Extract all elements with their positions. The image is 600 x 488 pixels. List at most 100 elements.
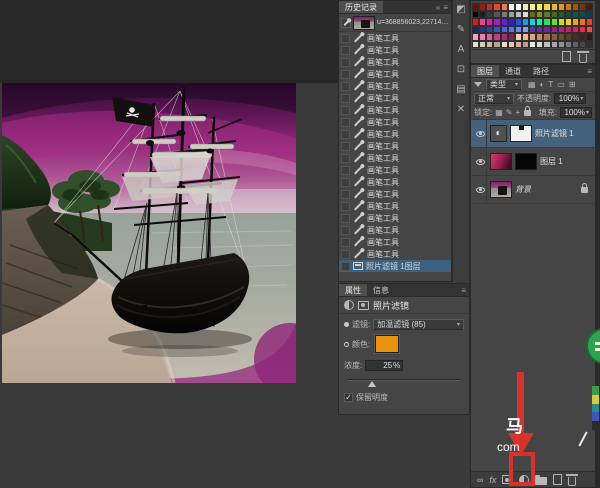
color-swatch[interactable] [558,41,565,49]
layer-filter-dropdown[interactable]: 类型▾ [486,79,522,90]
history-entry-brush[interactable]: 画笔工具 [339,140,451,152]
color-swatch[interactable] [522,33,529,41]
color-swatch[interactable] [508,3,515,11]
color-swatch[interactable] [572,11,579,19]
color-swatch[interactable] [486,11,493,19]
color-swatch[interactable] [551,33,558,41]
tools-panel-icon[interactable]: ✕ [457,104,465,115]
color-swatch[interactable] [536,18,543,26]
color-swatch[interactable] [529,3,536,11]
color-swatch[interactable] [572,3,579,11]
history-source-checkbox[interactable] [341,106,350,115]
history-entry-brush[interactable]: 画笔工具 [339,92,451,104]
history-entry-brush[interactable]: 画笔工具 [339,104,451,116]
delete-layer-button[interactable] [568,477,576,486]
color-swatch[interactable] [472,11,479,19]
color-swatch[interactable] [493,26,500,34]
color-swatch[interactable] [543,3,550,11]
color-swatch[interactable] [579,3,586,11]
history-entry-brush[interactable]: 画笔工具 [339,188,451,200]
color-swatch[interactable] [565,11,572,19]
history-snapshot-row[interactable]: u=368856023,227141... [339,14,451,32]
history-source-checkbox[interactable] [341,34,350,43]
mask-properties-icon[interactable] [358,301,369,310]
color-swatch[interactable] [551,11,558,19]
color-swatch[interactable] [479,11,486,19]
color-swatch[interactable] [551,18,558,26]
history-source-checkbox[interactable] [341,190,350,199]
color-swatch[interactable] [543,18,550,26]
color-swatch[interactable] [472,3,479,11]
new-swatch-button[interactable] [562,51,571,62]
tab-history[interactable]: 历史记录 [339,1,383,13]
history-entry-brush[interactable]: 画笔工具 [339,68,451,80]
delete-swatch-button[interactable] [579,54,587,63]
history-source-checkbox[interactable] [341,214,350,223]
photo-canvas-image[interactable] [2,83,296,383]
color-swatch[interactable] [472,33,479,41]
color-swatch[interactable] [558,33,565,41]
layer-thumbnail[interactable] [490,181,512,198]
history-source-checkbox[interactable] [341,82,350,91]
color-swatch[interactable] [515,18,522,26]
history-entry-brush[interactable]: 画笔工具 [339,176,451,188]
color-swatch[interactable] [565,41,572,49]
history-source-checkbox[interactable] [341,262,350,271]
tab-properties[interactable]: 属性 [339,284,367,296]
history-source-checkbox[interactable] [341,238,350,247]
opacity-field[interactable]: 100%▾ [554,93,586,104]
color-swatch[interactable] [493,18,500,26]
history-source-checkbox[interactable] [341,130,350,139]
color-swatch[interactable] [508,26,515,34]
color-swatch[interactable] [501,41,508,49]
history-source-checkbox[interactable] [341,178,350,187]
history-source-checkbox[interactable] [341,142,350,151]
history-entry-selected[interactable]: 照片滤镜 1图层 [339,260,451,272]
color-swatch[interactable] [486,18,493,26]
character-panel-icon[interactable]: A [458,44,465,55]
color-swatch[interactable] [586,11,593,19]
color-swatch[interactable] [572,33,579,41]
color-swatch[interactable] [486,33,493,41]
new-group-button[interactable] [535,477,547,485]
color-swatch[interactable] [529,18,536,26]
layer-thumbnail[interactable] [490,153,512,170]
color-swatch[interactable] [572,26,579,34]
tab-info[interactable]: 信息 [367,284,395,296]
filter-pixel-icon[interactable]: ▦ [528,80,536,89]
color-swatch[interactable] [522,41,529,49]
color-swatch[interactable] [586,33,593,41]
color-swatch[interactable] [565,3,572,11]
history-source-checkbox[interactable] [341,226,350,235]
notes-panel-icon[interactable]: ⊡ [457,64,465,75]
color-swatch[interactable] [479,3,486,11]
color-swatch[interactable] [543,26,550,34]
color-swatch[interactable] [486,26,493,34]
color-swatch[interactable] [508,41,515,49]
document-canvas-area[interactable] [0,0,338,488]
color-swatch[interactable] [501,26,508,34]
color-swatch[interactable] [586,41,593,49]
color-swatch[interactable] [536,26,543,34]
color-swatch[interactable] [486,3,493,11]
filter-shape-icon[interactable]: ▭ [557,80,565,89]
color-swatch[interactable] [515,33,522,41]
history-brush-source-box[interactable] [341,18,351,28]
color-swatch[interactable] [565,18,572,26]
color-swatch[interactable] [479,26,486,34]
color-swatch[interactable] [515,26,522,34]
density-field[interactable]: 25 % [365,360,403,371]
color-swatch[interactable] [486,41,493,49]
color-swatch[interactable] [493,3,500,11]
color-swatch[interactable] [572,41,579,49]
preserve-luminosity-checkbox[interactable]: ✓ [344,393,353,402]
color-swatch[interactable] [522,18,529,26]
history-entry-brush[interactable]: 画笔工具 [339,236,451,248]
new-layer-button[interactable] [553,474,562,485]
color-swatch[interactable] [529,41,536,49]
tab-channels[interactable]: 通道 [499,65,527,77]
history-source-checkbox[interactable] [341,58,350,67]
snapshot-panel-icon[interactable]: ◩ [456,4,465,15]
panel-menu-icon[interactable]: ≡ [587,67,592,76]
layer-row-photo-filter[interactable]: ◐ 照片滤镜 1 [471,120,595,148]
